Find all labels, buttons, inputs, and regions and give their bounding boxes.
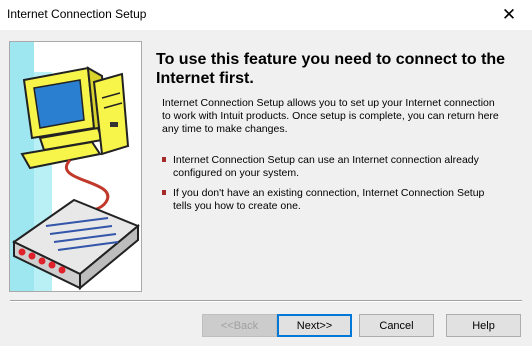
computer-tower-icon (92, 72, 130, 156)
close-icon[interactable]: ✕ (486, 0, 532, 30)
monitor-icon (22, 66, 108, 152)
bullet-text: Internet Connection Setup can use an Int… (173, 154, 479, 179)
bullet-icon (162, 190, 166, 195)
computer-modem-illustration (9, 41, 142, 292)
cancel-button[interactable]: Cancel (359, 314, 434, 337)
bullet-item: Internet Connection Setup can use an Int… (162, 154, 502, 180)
title-bar: Internet Connection Setup ✕ (0, 0, 532, 30)
help-button[interactable]: Help (446, 314, 521, 337)
window-title: Internet Connection Setup (7, 7, 147, 21)
description-text: Internet Connection Setup allows you to … (162, 97, 499, 135)
button-separator (10, 300, 522, 302)
next-button[interactable]: Next>> (277, 314, 352, 337)
bullet-icon (162, 157, 166, 162)
back-button[interactable]: <<Back (202, 314, 277, 337)
bullet-item: If you don't have an existing connection… (162, 187, 502, 213)
page-heading: To use this feature you need to connect … (156, 51, 506, 87)
bullet-text: If you don't have an existing connection… (173, 187, 485, 212)
dialog-body: To use this feature you need to connect … (0, 30, 532, 346)
